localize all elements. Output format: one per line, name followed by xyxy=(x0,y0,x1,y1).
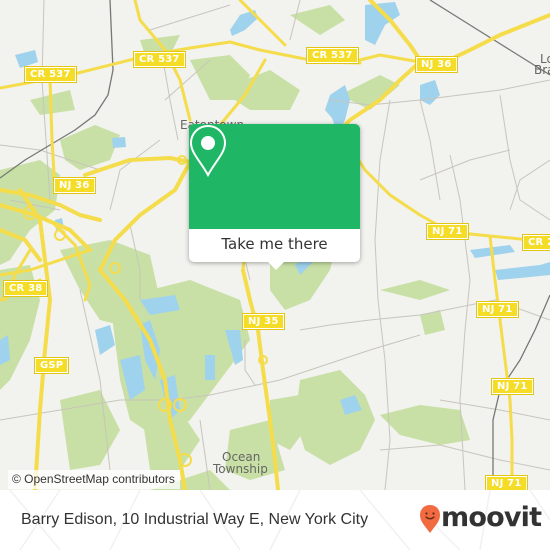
osm-attribution[interactable]: © OpenStreetMap contributors xyxy=(8,470,180,489)
road-shield-nj36: NJ 36 xyxy=(415,56,458,73)
take-me-there-button[interactable]: Take me there xyxy=(189,229,360,262)
popup-header xyxy=(189,124,360,229)
road-shield-cr38: CR 38 xyxy=(2,280,49,297)
place-label-ocean-township: Township xyxy=(213,462,268,476)
road-shield-nj35: NJ 35 xyxy=(242,313,285,330)
map[interactable]: CR 537 CR 537 CR 537 NJ 36 NJ 36 NJ 71 C… xyxy=(0,0,550,490)
road-shield-nj36: NJ 36 xyxy=(53,177,96,194)
road-shield-nj71: NJ 71 xyxy=(476,301,519,318)
road-shield-nj71: NJ 71 xyxy=(485,475,528,490)
place-label-long-branch: Bra xyxy=(534,63,550,77)
footer: Barry Edison, 10 Industrial Way E, New Y… xyxy=(0,490,550,550)
moovit-smiley-pin-icon xyxy=(420,505,440,533)
road-shield-cr2: CR 2 xyxy=(521,234,550,251)
road-shield-cr537: CR 537 xyxy=(133,51,186,68)
popup-tail xyxy=(267,261,285,270)
road-shield-cr537: CR 537 xyxy=(306,47,359,64)
road-shield-cr537: CR 537 xyxy=(24,66,77,83)
location-popup: Take me there xyxy=(189,124,360,270)
road-shield-nj71: NJ 71 xyxy=(491,378,534,395)
moovit-wordmark: moovit xyxy=(441,502,542,533)
location-pin-icon xyxy=(189,124,227,178)
address-text: Barry Edison, 10 Industrial Way E, New Y… xyxy=(21,511,369,528)
road-shield-gsp: GSP xyxy=(33,357,70,374)
road-shield-nj71: NJ 71 xyxy=(426,223,469,240)
